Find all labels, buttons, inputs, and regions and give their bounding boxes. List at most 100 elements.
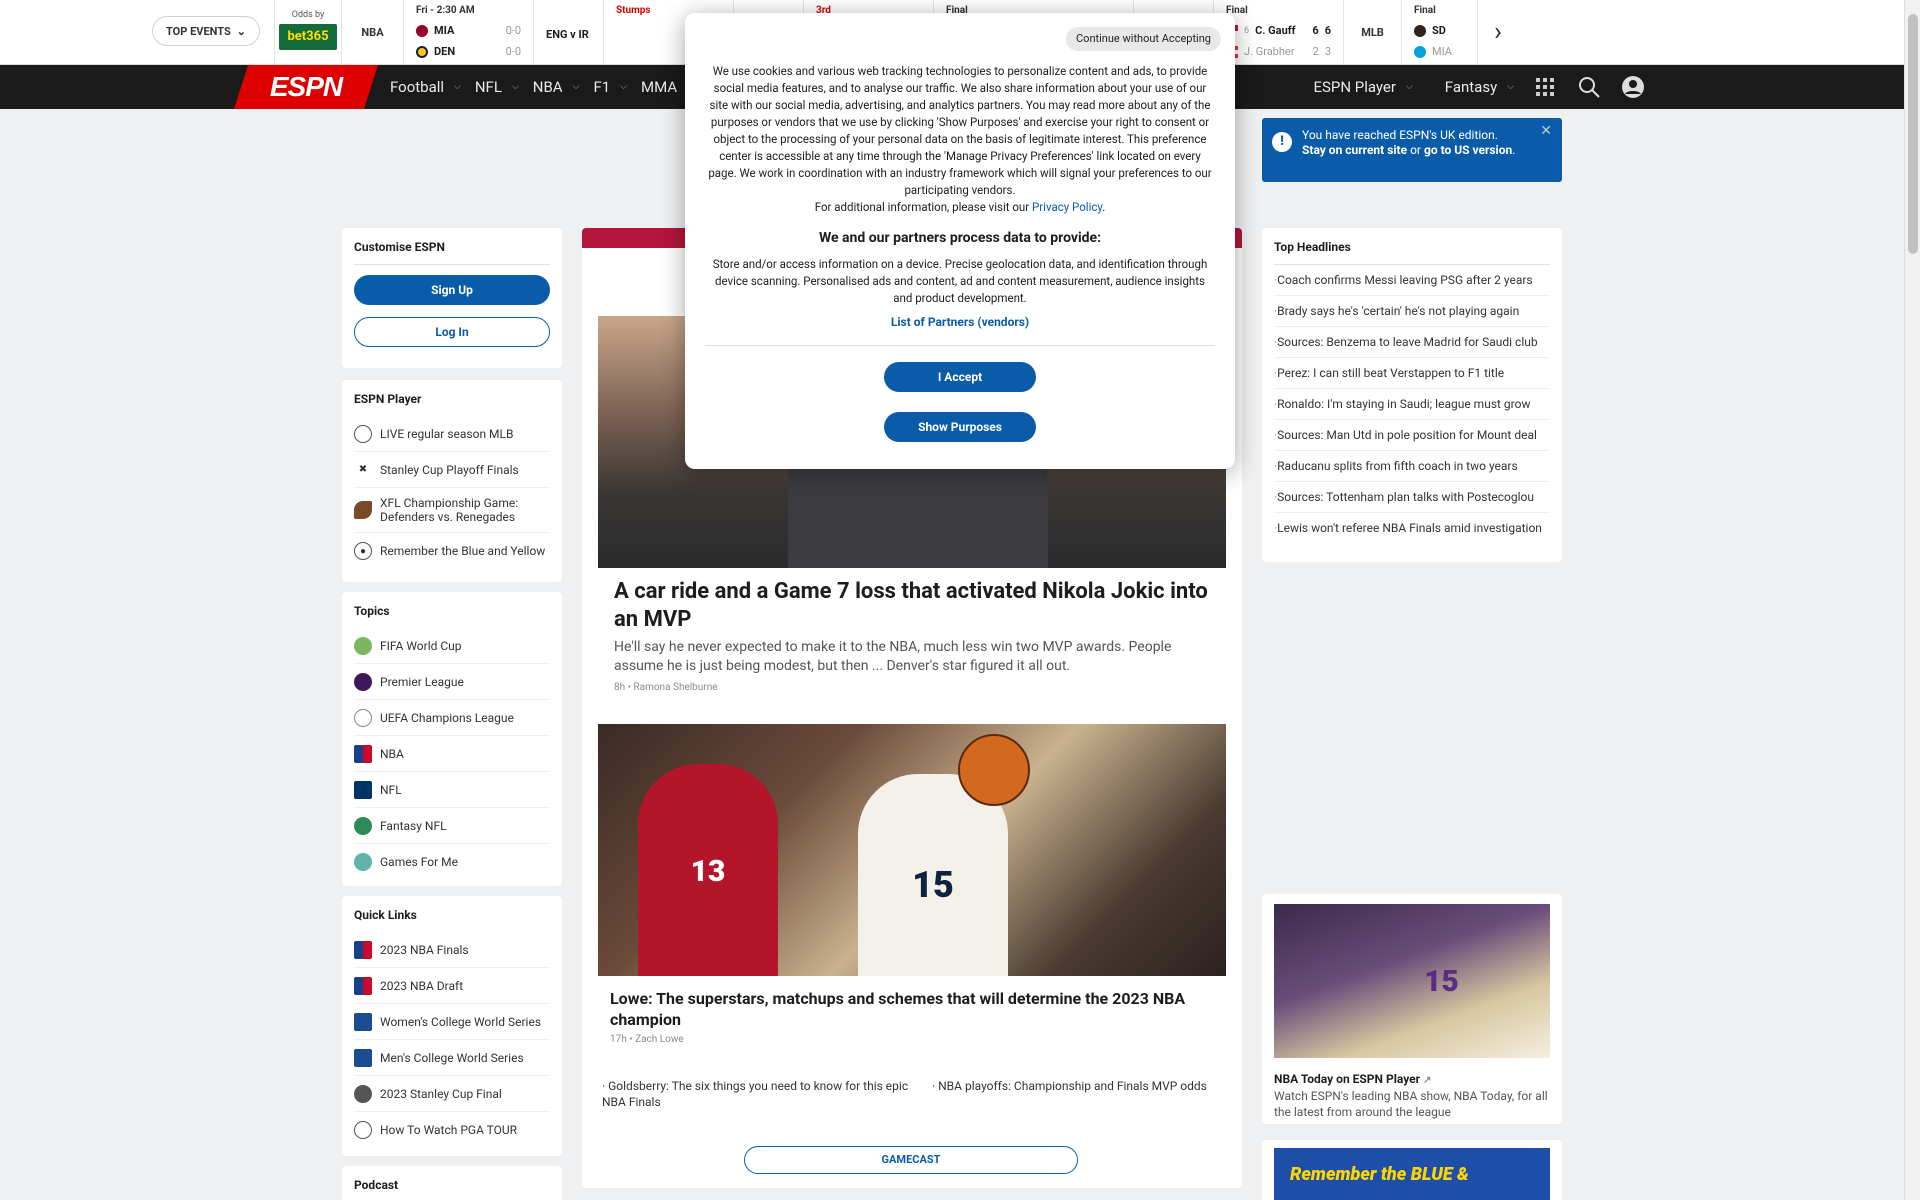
item-label: Fantasy NFL	[380, 818, 447, 833]
espn-logo[interactable]: ESPN	[234, 65, 378, 109]
story2-headline[interactable]: Lowe: The superstars, matchups and schem…	[610, 988, 1210, 1030]
quick-link-pga[interactable]: How To Watch PGA TOUR	[354, 1112, 550, 1148]
topic-item-games[interactable]: Games For Me	[354, 844, 550, 880]
nav-label: Football	[390, 78, 445, 96]
top-headlines-title: Top Headlines	[1274, 240, 1351, 254]
headline-item[interactable]: Brady says he's 'certain' he's not playi…	[1274, 296, 1550, 327]
item-label: XFL Championship Game: Defenders vs. Ren…	[380, 496, 519, 524]
nav-label: F1	[593, 78, 611, 96]
game-mia-den[interactable]: Fri - 2:30 AM MIA 0-0 DEN 0-0	[404, 0, 534, 64]
promo-title[interactable]: NBA Today on ESPN Player ↗	[1274, 1072, 1550, 1086]
topic-item-premier-league[interactable]: Premier League	[354, 664, 550, 700]
item-label: 2023 Stanley Cup Final	[380, 1086, 502, 1101]
headline-item[interactable]: Sources: Tottenham plan talks with Poste…	[1274, 482, 1550, 513]
player-item-blue-yellow[interactable]: ● Remember the Blue and Yellow	[354, 533, 550, 569]
player-item-mlb[interactable]: LIVE regular season MLB	[354, 416, 550, 452]
player-name: J. Grabher	[1244, 45, 1295, 58]
item-label: Premier League	[380, 674, 464, 689]
topic-item-ucl[interactable]: UEFA Champions League	[354, 700, 550, 736]
player-item-xfl[interactable]: XFL Championship Game: Defenders vs. Ren…	[354, 488, 550, 533]
golf-icon	[354, 1121, 372, 1139]
quick-link-nba-draft[interactable]: 2023 NBA Draft	[354, 968, 550, 1004]
sign-up-button[interactable]: Sign Up	[354, 275, 550, 305]
user-account-icon[interactable]	[1620, 74, 1646, 100]
search-icon[interactable]	[1576, 74, 1602, 100]
headline-item[interactable]: Raducanu splits from fifth coach in two …	[1274, 451, 1550, 482]
item-label: NFL	[380, 782, 402, 797]
headline-item[interactable]: Sources: Benzema to leave Madrid for Sau…	[1274, 327, 1550, 358]
grid-menu-icon[interactable]	[1532, 74, 1558, 100]
nhl-logo-icon	[354, 1084, 372, 1103]
nav-item-football[interactable]: Football ⌵	[390, 78, 461, 96]
go-us-link[interactable]: go to US version	[1424, 143, 1512, 157]
nav-item-fantasy[interactable]: Fantasy ⌵	[1445, 78, 1514, 96]
privacy-policy-link[interactable]: Privacy Policy	[1032, 200, 1102, 214]
headline-item[interactable]: Coach confirms Messi leaving PSG after 2…	[1274, 265, 1550, 296]
topic-item-fifa[interactable]: FIFA World Cup	[354, 628, 550, 664]
close-icon[interactable]: ✕	[1540, 124, 1552, 139]
timestamp: 17h	[610, 1034, 627, 1045]
author: Zach Lowe	[635, 1034, 684, 1045]
scrollbar-thumb[interactable]	[1908, 14, 1918, 254]
continue-without-accepting-button[interactable]: Continue without Accepting	[1066, 27, 1221, 51]
headline-item[interactable]: Perez: I can still beat Verstappen to F1…	[1274, 358, 1550, 389]
game-eng-ire[interactable]: ENG v IR	[534, 0, 604, 64]
divider	[354, 264, 550, 265]
page-scrollbar[interactable]	[1904, 0, 1920, 1200]
nav-item-espn-player[interactable]: ESPN Player ⌵	[1313, 78, 1412, 96]
team-name: MIA	[1432, 45, 1452, 58]
story2-image[interactable]: 13 15	[598, 724, 1226, 976]
nav-item-mma[interactable]: MMA	[641, 78, 677, 96]
customise-card: Customise ESPN Sign Up Log In	[342, 228, 562, 368]
hero-headline[interactable]: A car ride and a Game 7 loss that activa…	[614, 578, 1214, 634]
chevron-down-icon: ⌵	[1507, 82, 1514, 92]
top-headlines-card: Top Headlines Coach confirms Messi leavi…	[1262, 228, 1562, 562]
promo-description: Watch ESPN's leading NBA show, NBA Today…	[1274, 1089, 1548, 1119]
item-label: Men's College World Series	[380, 1050, 524, 1065]
show-purposes-button[interactable]: Show Purposes	[884, 412, 1036, 442]
sport-tag-mlb[interactable]: MLB	[1344, 0, 1402, 64]
topic-item-nba[interactable]: NBA	[354, 736, 550, 772]
topics-title: Topics	[354, 604, 390, 618]
chevron-right-icon[interactable]: ›	[1478, 0, 1518, 64]
item-label: Stanley Cup Playoff Finals	[380, 462, 519, 477]
gamecast-button[interactable]: GAMECAST	[744, 1146, 1078, 1174]
notice-text: You have reached ESPN's UK edition.	[1302, 128, 1498, 142]
team-score: 0-0	[505, 45, 521, 58]
related-link-2[interactable]: · NBA playoffs: Championship and Finals …	[932, 1078, 1222, 1094]
quick-link-mcws[interactable]: Men's College World Series	[354, 1040, 550, 1076]
nba-today-image[interactable]: 15	[1274, 904, 1550, 1058]
topic-item-fantasy-nfl[interactable]: Fantasy NFL	[354, 808, 550, 844]
headline-item[interactable]: Ronaldo: I'm staying in Saudi; league mu…	[1274, 389, 1550, 420]
chevron-down-icon: ⌵	[620, 82, 627, 92]
quick-link-nba-finals[interactable]: 2023 NBA Finals	[354, 932, 550, 968]
team-row: DEN 0-0	[416, 41, 521, 62]
odds-provider[interactable]: Odds by bet365	[274, 0, 342, 64]
accept-button[interactable]: I Accept	[884, 362, 1036, 392]
item-label: Games For Me	[380, 855, 458, 869]
log-in-button[interactable]: Log In	[354, 317, 550, 347]
game-status: Final	[1414, 5, 1436, 16]
partners-list-link[interactable]: List of Partners (vendors)	[705, 315, 1215, 329]
set-score: 3	[1324, 45, 1331, 58]
headline-item[interactable]: Sources: Man Utd in pole position for Mo…	[1274, 420, 1550, 451]
stay-link[interactable]: Stay on current site	[1302, 143, 1407, 157]
nav-item-nfl[interactable]: NFL ⌵	[475, 78, 519, 96]
item-label: 2023 NBA Finals	[380, 942, 469, 957]
top-events-dropdown[interactable]: TOP EVENTS ⌄	[152, 16, 260, 46]
sport-tag-nba[interactable]: NBA	[342, 0, 404, 64]
topic-item-nfl[interactable]: NFL	[354, 772, 550, 808]
quick-link-wcws[interactable]: Women's College World Series	[354, 1004, 550, 1040]
espn-player-card: ESPN Player LIVE regular season MLB ✖ Sta…	[342, 380, 562, 582]
related-link-1[interactable]: · Goldsberry: The six things you need to…	[602, 1078, 912, 1110]
hockey-sticks-icon: ✖	[358, 464, 368, 475]
quick-link-stanley-cup[interactable]: 2023 Stanley Cup Final	[354, 1076, 550, 1112]
game-sd-mia[interactable]: Final SD MIA	[1402, 0, 1478, 64]
baseball-icon	[354, 424, 372, 443]
promo2-card[interactable]: Remember the BLUE &	[1262, 1140, 1562, 1200]
headline-item[interactable]: Lewis won't referee NBA Finals amid inve…	[1274, 513, 1550, 543]
nav-item-f1[interactable]: F1 ⌵	[593, 78, 627, 96]
player-item-stanley[interactable]: ✖ Stanley Cup Playoff Finals	[354, 452, 550, 488]
fantasy-icon	[354, 816, 372, 835]
nav-item-nba[interactable]: NBA ⌵	[533, 78, 580, 96]
